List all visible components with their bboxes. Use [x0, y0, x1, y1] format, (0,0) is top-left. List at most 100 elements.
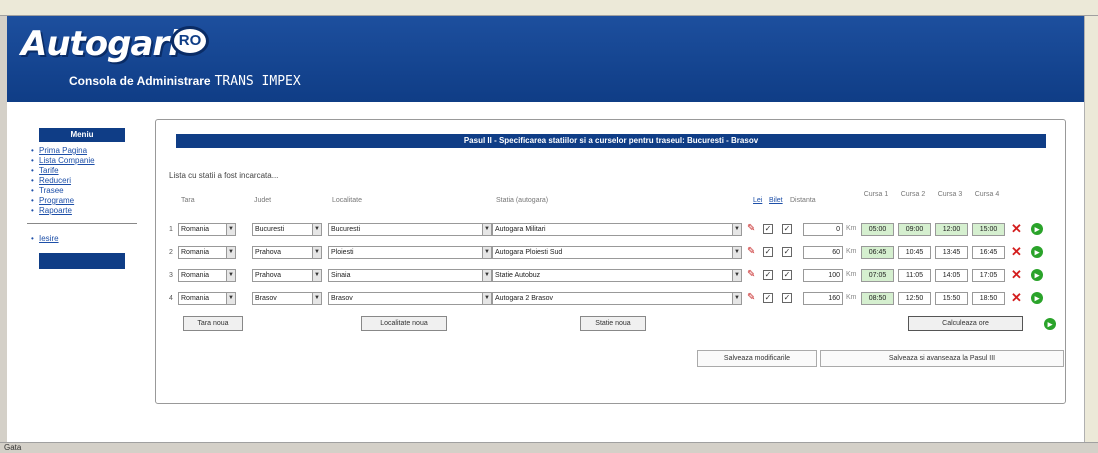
course-time-input[interactable]: 15:50: [935, 292, 968, 305]
sidebar-item-lista-companie[interactable]: Lista Companie: [31, 156, 137, 165]
sidebar-item-reduceri[interactable]: Reduceri: [31, 176, 137, 185]
chevron-down-icon[interactable]: ▼: [732, 224, 741, 235]
locality-select[interactable]: Bucuresti ▼: [328, 223, 492, 236]
course-time-input[interactable]: 12:00: [935, 223, 968, 236]
sidebar-item-label[interactable]: Reduceri: [39, 176, 71, 185]
new-locality-button[interactable]: Localitate noua: [361, 316, 447, 331]
edit-pencil-icon[interactable]: ✎: [747, 247, 755, 257]
col-header-bilet[interactable]: Bilet: [769, 197, 783, 204]
chevron-down-icon[interactable]: ▼: [312, 224, 321, 235]
county-select[interactable]: Brasov ▼: [252, 292, 322, 305]
station-select[interactable]: Autogara Ploiesti Sud ▼: [492, 246, 742, 259]
sidebar-item-iesire[interactable]: • Iesire: [31, 234, 137, 243]
country-select[interactable]: Romania ▼: [178, 246, 236, 259]
county-select[interactable]: Prahova ▼: [252, 269, 322, 282]
course-time-input[interactable]: 05:00: [861, 223, 894, 236]
station-select[interactable]: Autogara Militari ▼: [492, 223, 742, 236]
sidebar-item-label[interactable]: Lista Companie: [39, 156, 95, 165]
go-icon[interactable]: ▸: [1031, 269, 1043, 281]
distance-input[interactable]: 100: [803, 269, 843, 282]
delete-row-icon[interactable]: ✕: [1011, 268, 1022, 281]
edit-pencil-icon[interactable]: ✎: [747, 224, 755, 234]
new-station-button[interactable]: Statie noua: [580, 316, 646, 331]
sidebar-item-rapoarte[interactable]: Rapoarte: [31, 206, 137, 215]
country-select[interactable]: Romania ▼: [178, 292, 236, 305]
course-time-input[interactable]: 17:05: [972, 269, 1005, 282]
chevron-down-icon[interactable]: ▼: [226, 293, 235, 304]
vertical-scrollbar[interactable]: [1084, 16, 1098, 442]
county-select[interactable]: Prahova ▼: [252, 246, 322, 259]
sidebar-item-trasee: Trasee: [31, 186, 137, 195]
sidebar-item-label[interactable]: Programe: [39, 196, 74, 205]
save-continue-button[interactable]: Salveaza si avanseaza la Pasul III: [820, 350, 1064, 367]
sidebar-item-prima-pagina[interactable]: Prima Pagina: [31, 146, 137, 155]
chevron-down-icon[interactable]: ▼: [482, 247, 491, 258]
lei-checkbox[interactable]: ✓: [763, 247, 773, 257]
country-select[interactable]: Romania ▼: [178, 269, 236, 282]
chevron-down-icon[interactable]: ▼: [732, 247, 741, 258]
go-icon[interactable]: ▸: [1031, 223, 1043, 235]
chevron-down-icon[interactable]: ▼: [482, 293, 491, 304]
locality-select[interactable]: Sinaia ▼: [328, 269, 492, 282]
sidebar-item-programe[interactable]: Programe: [31, 196, 137, 205]
go-icon[interactable]: ▸: [1031, 246, 1043, 258]
logout-link[interactable]: Iesire: [39, 234, 59, 243]
county-select[interactable]: Bucuresti ▼: [252, 223, 322, 236]
course-time-input[interactable]: 07:05: [861, 269, 894, 282]
distance-input[interactable]: 60: [803, 246, 843, 259]
sidebar-item-label[interactable]: Prima Pagina: [39, 146, 87, 155]
chevron-down-icon[interactable]: ▼: [732, 270, 741, 281]
delete-row-icon[interactable]: ✕: [1011, 291, 1022, 304]
chevron-down-icon[interactable]: ▼: [312, 270, 321, 281]
calculate-times-button[interactable]: Calculeaza ore: [908, 316, 1023, 331]
delete-row-icon[interactable]: ✕: [1011, 222, 1022, 235]
edit-pencil-icon[interactable]: ✎: [747, 293, 755, 303]
bilet-checkbox[interactable]: ✓: [782, 247, 792, 257]
course-time-input[interactable]: 12:50: [898, 292, 931, 305]
chevron-down-icon[interactable]: ▼: [226, 270, 235, 281]
save-changes-button[interactable]: Salveaza modificarile: [697, 350, 817, 367]
locality-select[interactable]: Brasov ▼: [328, 292, 492, 305]
chevron-down-icon[interactable]: ▼: [312, 293, 321, 304]
col-header-lei[interactable]: Lei: [753, 197, 762, 204]
course-time-input[interactable]: 11:05: [898, 269, 931, 282]
course-time-input[interactable]: 08:50: [861, 292, 894, 305]
course-time-input[interactable]: 06:45: [861, 246, 894, 259]
new-country-button[interactable]: Tara noua: [183, 316, 243, 331]
locality-select[interactable]: Ploiesti ▼: [328, 246, 492, 259]
bilet-checkbox[interactable]: ✓: [782, 224, 792, 234]
delete-row-icon[interactable]: ✕: [1011, 245, 1022, 258]
lei-checkbox[interactable]: ✓: [763, 293, 773, 303]
station-select[interactable]: Autogara 2 Brasov ▼: [492, 292, 742, 305]
go-icon[interactable]: ▸: [1044, 318, 1056, 330]
sidebar-item-tarife[interactable]: Tarife: [31, 166, 137, 175]
course-time-input[interactable]: 15:00: [972, 223, 1005, 236]
course-time-input[interactable]: 09:00: [898, 223, 931, 236]
distance-input[interactable]: 0: [803, 223, 843, 236]
bilet-checkbox[interactable]: ✓: [782, 270, 792, 280]
lei-checkbox[interactable]: ✓: [763, 224, 773, 234]
chevron-down-icon[interactable]: ▼: [482, 224, 491, 235]
chevron-down-icon[interactable]: ▼: [312, 247, 321, 258]
chevron-down-icon[interactable]: ▼: [482, 270, 491, 281]
km-unit-label: Km: [846, 294, 857, 301]
course-time-input[interactable]: 10:45: [898, 246, 931, 259]
course-time-input[interactable]: 18:50: [972, 292, 1005, 305]
country-select[interactable]: Romania ▼: [178, 223, 236, 236]
chevron-down-icon[interactable]: ▼: [732, 293, 741, 304]
course-time-input[interactable]: 14:05: [935, 269, 968, 282]
chevron-down-icon[interactable]: ▼: [226, 224, 235, 235]
edit-pencil-icon[interactable]: ✎: [747, 270, 755, 280]
logo-ro-badge: RO: [171, 26, 209, 56]
distance-input[interactable]: 160: [803, 292, 843, 305]
course-time-input[interactable]: 16:45: [972, 246, 1005, 259]
station-select[interactable]: Statie Autobuz ▼: [492, 269, 742, 282]
sidebar-item-label[interactable]: Rapoarte: [39, 206, 72, 215]
bilet-checkbox[interactable]: ✓: [782, 293, 792, 303]
course-time-input[interactable]: 13:45: [935, 246, 968, 259]
lei-checkbox[interactable]: ✓: [763, 270, 773, 280]
go-icon[interactable]: ▸: [1031, 292, 1043, 304]
col-header-course-3: Cursa 3: [937, 191, 963, 198]
chevron-down-icon[interactable]: ▼: [226, 247, 235, 258]
sidebar-item-label[interactable]: Tarife: [39, 166, 59, 175]
